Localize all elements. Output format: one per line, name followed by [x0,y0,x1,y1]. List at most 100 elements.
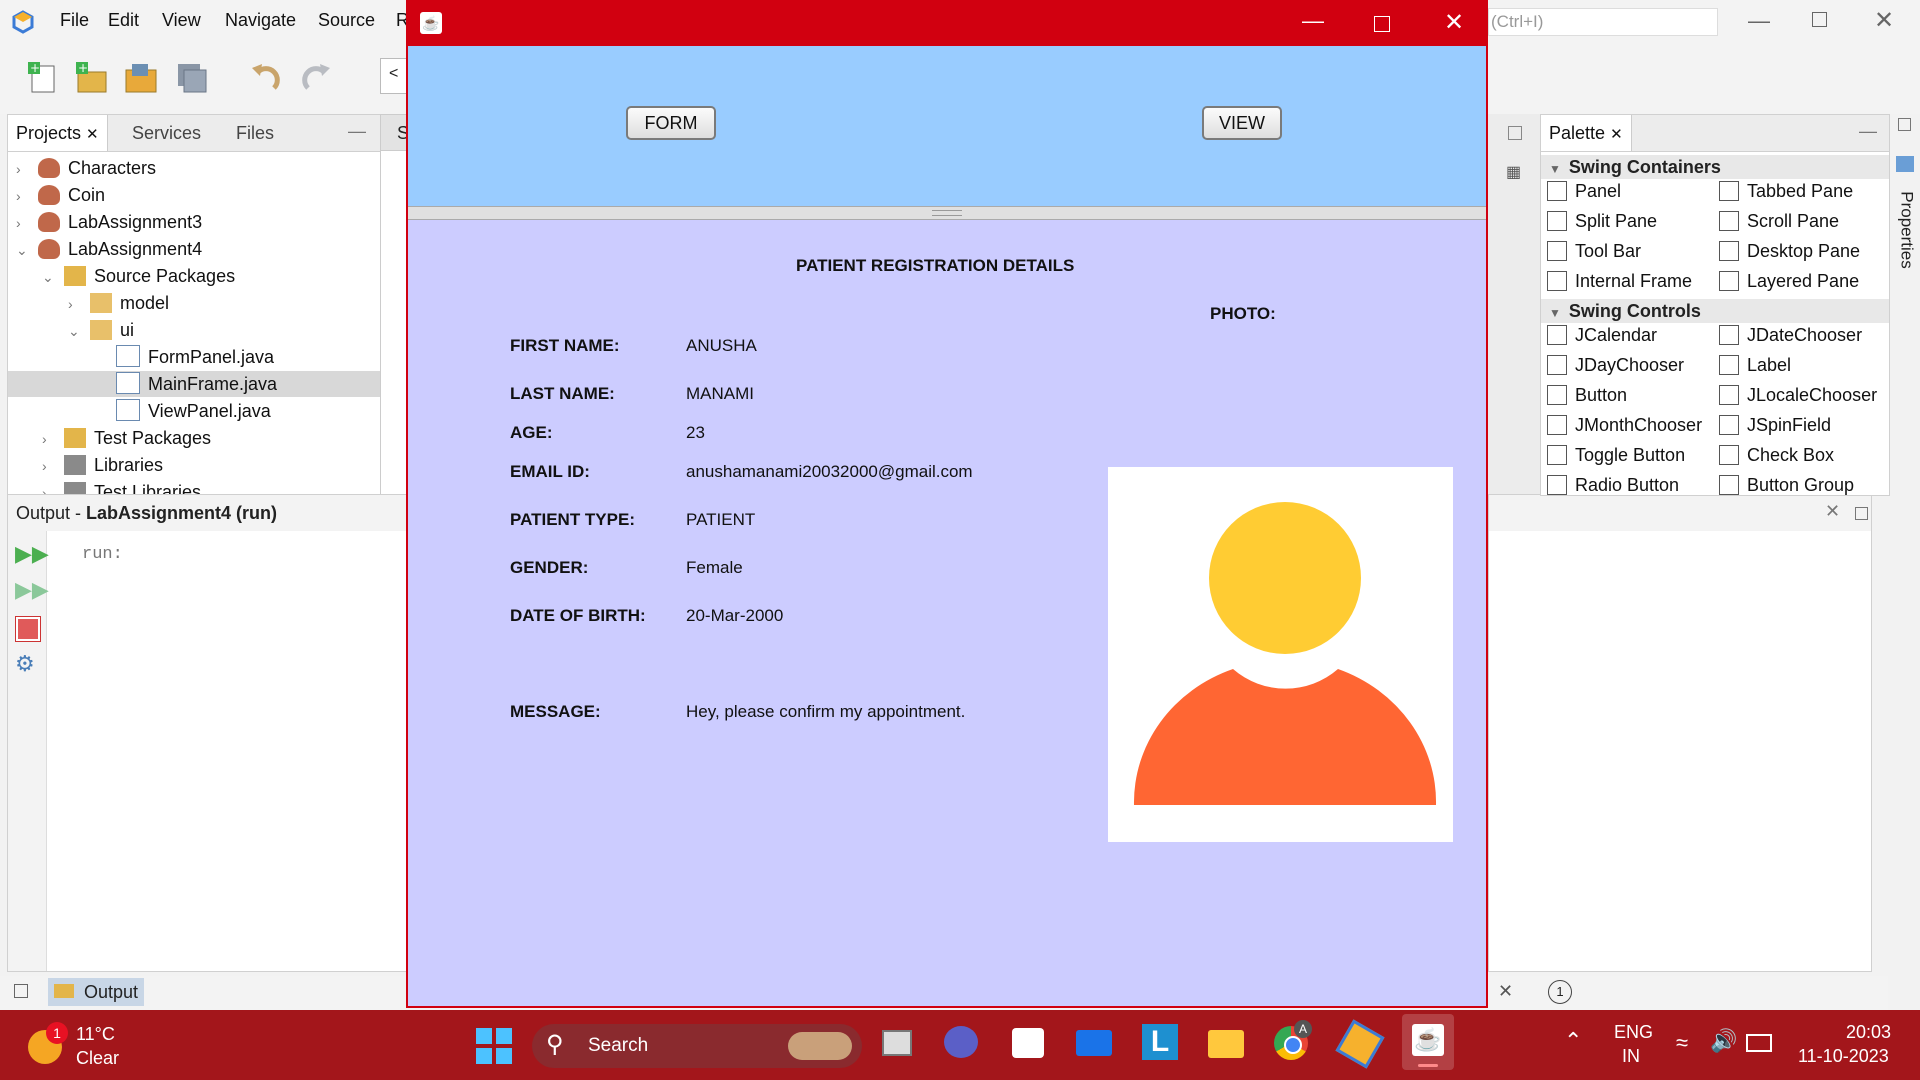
mail-icon[interactable] [1072,1020,1116,1064]
minimize-panel-icon[interactable]: — [348,121,366,142]
menu-navigate[interactable]: Navigate [225,10,296,31]
tab-services[interactable]: Services [132,123,201,144]
palette-section-containers[interactable]: ▼ Swing Containers [1541,155,1889,179]
window-minimize-icon[interactable]: — [1302,8,1324,34]
save-all-icon[interactable] [174,60,208,94]
settings-icon[interactable]: ⚙ [15,651,35,677]
volume-icon[interactable]: 🔊 [1710,1028,1737,1054]
chevron-right-icon[interactable]: › [16,156,30,182]
close-output-icon[interactable]: ✕ [1825,501,1840,522]
palette-item[interactable]: JDayChooser [1547,355,1684,376]
new-project-icon[interactable]: + [74,60,108,94]
tree-item[interactable]: › model [8,290,418,316]
palette-item[interactable]: Internal Frame [1547,271,1692,292]
palette-item[interactable]: Split Pane [1547,211,1657,232]
form-button[interactable]: FORM [626,106,716,140]
tree-item[interactable]: › Characters [8,155,366,181]
chevron-right-icon[interactable]: › [16,210,30,236]
battery-icon[interactable] [1746,1034,1772,1052]
chevron-down-icon[interactable]: ⌄ [42,264,56,290]
tab-files[interactable]: Files [236,123,274,144]
palette-item[interactable]: Radio Button [1547,475,1679,496]
microsoft-store-icon[interactable] [1006,1020,1050,1064]
palette-item[interactable]: Desktop Pane [1719,241,1860,262]
palette-item[interactable]: Toggle Button [1547,445,1685,466]
menu-view[interactable]: View [162,10,201,31]
rerun-with-params-icon[interactable]: ▶▶ [15,577,49,603]
minimize-palette-icon[interactable]: — [1859,121,1877,142]
tab-palette[interactable]: Palette ✕ [1541,115,1632,151]
close-icon[interactable]: ✕ [86,126,99,143]
chevron-right-icon[interactable]: › [68,291,82,317]
restore-output-icon[interactable] [1855,507,1868,520]
chevron-down-icon[interactable]: ⌄ [68,318,82,344]
palette-item[interactable]: Label [1719,355,1791,376]
teams-chat-icon[interactable] [940,1020,984,1064]
restore-panel-icon[interactable] [14,984,28,998]
palette-item[interactable]: Tabbed Pane [1719,181,1853,202]
menu-file[interactable]: File [60,10,89,31]
menu-edit[interactable]: Edit [108,10,139,31]
show-hidden-icons[interactable]: ⌃ [1564,1028,1582,1054]
palette-item[interactable]: Scroll Pane [1719,211,1839,232]
wifi-icon[interactable]: ≈ [1676,1030,1688,1056]
palette-section-controls[interactable]: ▼ Swing Controls [1541,299,1889,323]
palette-restore-icon[interactable] [1898,118,1911,131]
tree-item[interactable]: ⌄ ui [8,317,418,343]
tab-projects[interactable]: Projects ✕ [8,115,108,151]
palette-item[interactable]: Layered Pane [1719,271,1859,292]
palette-item[interactable]: JLocaleChooser [1719,385,1877,406]
l-app-icon[interactable]: L [1138,1020,1182,1064]
window-maximize-icon[interactable] [1374,16,1390,32]
java-taskbar-icon[interactable]: ☕ [1402,1014,1454,1070]
chrome-icon[interactable]: A [1270,1020,1314,1064]
clock-time[interactable]: 20:03 [1846,1022,1891,1043]
chevron-right-icon[interactable]: › [42,453,56,479]
palette-item[interactable]: JSpinField [1719,415,1831,436]
restore-window-icon[interactable] [1508,126,1522,140]
tree-item[interactable]: ⌄ Source Packages [8,263,392,289]
open-project-icon[interactable] [124,60,158,94]
new-file-icon[interactable]: + [26,60,60,94]
close-icon[interactable]: ✕ [1610,126,1623,143]
start-button[interactable] [476,1028,512,1064]
tree-item[interactable]: ViewPanel.java [8,398,444,424]
tree-item[interactable]: ⌄ LabAssignment4 [8,236,366,262]
chevron-down-icon[interactable]: ⌄ [16,237,30,263]
rerun-icon[interactable]: ▶▶ [15,541,49,567]
tree-item[interactable]: › Test Packages [8,425,392,451]
tree-item[interactable]: › Coin [8,182,366,208]
redo-icon[interactable] [300,60,334,94]
task-view-icon[interactable] [876,1020,920,1064]
palette-item[interactable]: Button [1547,385,1627,406]
tree-item[interactable]: › Libraries [8,452,392,478]
menu-source[interactable]: Source [318,10,375,31]
palette-item[interactable]: Panel [1547,181,1621,202]
palette-item[interactable]: Tool Bar [1547,241,1641,262]
palette-item[interactable]: JMonthChooser [1547,415,1702,436]
tree-item[interactable]: FormPanel.java [8,344,444,370]
palette-item[interactable]: Check Box [1719,445,1834,466]
language-line2[interactable]: IN [1622,1046,1640,1067]
window-close-icon[interactable]: ✕ [1444,8,1464,37]
stop-icon[interactable] [16,617,40,641]
ide-minimize-icon[interactable]: — [1748,8,1770,34]
undo-icon[interactable] [248,60,282,94]
notification-icon[interactable]: 1 [1548,980,1572,1004]
palette-item[interactable]: JDateChooser [1719,325,1862,346]
ide-restore-icon[interactable] [1812,12,1827,27]
split-pane-divider[interactable] [408,206,1486,220]
palette-item[interactable]: JCalendar [1547,325,1657,346]
grid-icon[interactable]: ▦ [1506,162,1521,182]
palette-item[interactable]: Button Group [1719,475,1854,496]
ide-close-icon[interactable]: ✕ [1874,6,1894,35]
tree-item[interactable]: › LabAssignment3 [8,209,366,235]
close-notification-icon[interactable]: ✕ [1498,981,1513,1002]
tree-item[interactable]: MainFrame.java [8,371,444,397]
properties-side-tab[interactable]: Properties [1890,150,1920,280]
ide-search-box[interactable]: (Ctrl+I) [1488,8,1718,36]
view-button[interactable]: VIEW [1202,106,1282,140]
taskbar-search[interactable]: ⚲ Search [532,1024,862,1068]
output-bottom-tab[interactable]: Output [48,978,144,1006]
file-explorer-icon[interactable] [1204,1020,1248,1064]
